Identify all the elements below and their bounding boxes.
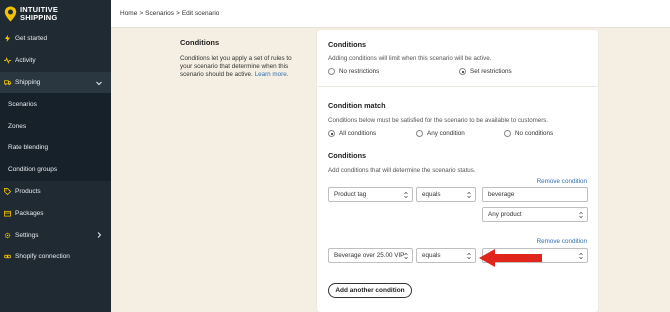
select-value: equals	[422, 191, 441, 198]
radio-all-conditions[interactable]: All conditions	[328, 130, 376, 137]
link-icon	[4, 255, 11, 259]
sidebar-item-label: Rate blending	[8, 144, 49, 152]
intro-title: Conditions	[180, 38, 220, 47]
brand-name: INTUITIVE SHIPPING	[20, 6, 58, 22]
sidebar-item-activity[interactable]: Activity	[0, 50, 111, 72]
select-arrows-icon	[467, 252, 471, 260]
conditions-title: Conditions	[328, 40, 367, 49]
add-another-condition-button[interactable]: Add another condition	[328, 283, 412, 298]
condition-operator-select[interactable]: equals	[416, 187, 476, 202]
box-icon	[4, 210, 11, 217]
select-arrows-icon	[404, 252, 408, 260]
sidebar-item-packages[interactable]: Packages	[0, 202, 111, 224]
condition-match-desc: Conditions below must be satisfied for t…	[328, 117, 549, 124]
input-value: beverage	[488, 191, 515, 198]
radio-indicator-selected	[328, 130, 335, 137]
gear-icon	[4, 232, 11, 238]
sidebar-item-label: Scenarios	[8, 100, 37, 108]
sidebar-item-zones[interactable]: Zones	[0, 115, 111, 137]
radio-any-condition[interactable]: Any condition	[416, 130, 465, 137]
sidebar-item-label: Packages	[15, 209, 44, 217]
radio-indicator	[504, 130, 511, 137]
condition-field-select[interactable]: Beverage over 25.00 VIP	[328, 248, 413, 263]
radio-indicator	[328, 68, 335, 75]
remove-condition-link[interactable]: Remove condition	[537, 178, 587, 185]
radio-no-conditions[interactable]: No conditions	[504, 130, 553, 137]
breadcrumb-separator: >	[139, 10, 144, 17]
select-arrows-icon	[579, 211, 583, 219]
radio-indicator-selected	[459, 68, 466, 75]
breadcrumb-scenarios[interactable]: Scenarios	[145, 10, 174, 17]
sidebar-item-settings[interactable]: Settings	[0, 224, 111, 246]
condition-match-title: Condition match	[328, 101, 386, 110]
location-pin-icon	[4, 6, 17, 22]
conditions-card: Conditions Adding conditions will limit …	[317, 30, 598, 312]
sidebar-item-shipping[interactable]: Shipping	[0, 71, 111, 94]
sidebar-item-rate-blending[interactable]: Rate blending	[0, 136, 111, 159]
tag-icon	[4, 188, 11, 195]
sidebar-item-label: Shopify connection	[15, 253, 70, 261]
select-value: Product tag	[334, 191, 367, 198]
radio-label: All conditions	[339, 130, 377, 137]
sidebar-item-label: Activity	[15, 57, 36, 65]
main-content: Conditions Conditions let you apply a se…	[111, 28, 670, 312]
select-arrows-icon	[404, 191, 408, 199]
learn-more-link[interactable]: Learn more.	[255, 71, 289, 78]
condition-value-input[interactable]: beverage	[482, 187, 588, 202]
select-value: Any product	[488, 211, 522, 218]
sidebar-item-label: Condition groups	[8, 166, 58, 174]
sidebar-item-label: Shipping	[15, 78, 41, 86]
product-scope-select[interactable]: Any product	[482, 207, 588, 222]
sidebar-item-label: Zones	[8, 122, 27, 130]
pulse-icon	[4, 57, 11, 65]
radio-no-restrictions[interactable]: No restrictions	[328, 68, 379, 75]
sidebar-nav: Get started Activity Shipping Scenarios …	[0, 28, 111, 268]
truck-icon	[4, 80, 11, 86]
breadcrumb-separator: >	[176, 10, 180, 17]
chevron-down-icon	[96, 81, 102, 85]
radio-label: No restrictions	[339, 68, 380, 75]
condition-field-select[interactable]: Product tag	[328, 187, 413, 202]
breadcrumb-current: Edit scenario	[181, 10, 220, 17]
breadcrumb-home[interactable]: Home	[120, 10, 137, 17]
sidebar-item-get-started[interactable]: Get started	[0, 28, 111, 50]
sidebar-item-label: Get started	[15, 35, 48, 43]
radio-label: No conditions	[515, 130, 554, 137]
sidebar-item-scenarios[interactable]: Scenarios	[0, 93, 111, 116]
conditions-list-desc: Add conditions that will determine the s…	[328, 167, 476, 174]
lightning-icon	[4, 35, 11, 43]
radio-indicator	[416, 130, 423, 137]
condition-operator-select[interactable]: equals	[416, 248, 476, 263]
sidebar-item-label: Settings	[15, 231, 39, 239]
section-divider	[317, 86, 598, 87]
sidebar-item-products[interactable]: Products	[0, 181, 111, 203]
brand-line-2: SHIPPING	[20, 13, 58, 22]
annotation-arrow-icon	[479, 249, 542, 267]
radio-label: Any condition	[427, 130, 465, 137]
sidebar-item-shopify-connection[interactable]: Shopify connection	[0, 246, 111, 268]
radio-set-restrictions[interactable]: Set restrictions	[459, 68, 512, 75]
sidebar-item-condition-groups[interactable]: Condition groups	[0, 158, 111, 181]
sidebar: INTUITIVE SHIPPING Get started Activity …	[0, 0, 111, 312]
select-value: Beverage over 25.00 VIP	[334, 252, 405, 259]
select-arrows-icon	[579, 252, 583, 260]
sidebar-item-label: Products	[15, 187, 41, 195]
brand-logo[interactable]: INTUITIVE SHIPPING	[0, 0, 111, 28]
radio-label: Set restrictions	[470, 68, 512, 75]
breadcrumb: Home > Scenarios > Edit scenario	[111, 0, 670, 28]
intro-text: Conditions let you apply a set of rules …	[180, 55, 300, 79]
conditions-desc: Adding conditions will limit when this s…	[328, 55, 492, 62]
chevron-right-icon	[97, 232, 102, 239]
conditions-list-title: Conditions	[328, 151, 367, 160]
select-value: equals	[422, 252, 441, 259]
select-arrows-icon	[467, 191, 471, 199]
conditions-intro: Conditions Conditions let you apply a se…	[180, 38, 300, 79]
remove-condition-link[interactable]: Remove condition	[537, 238, 587, 245]
